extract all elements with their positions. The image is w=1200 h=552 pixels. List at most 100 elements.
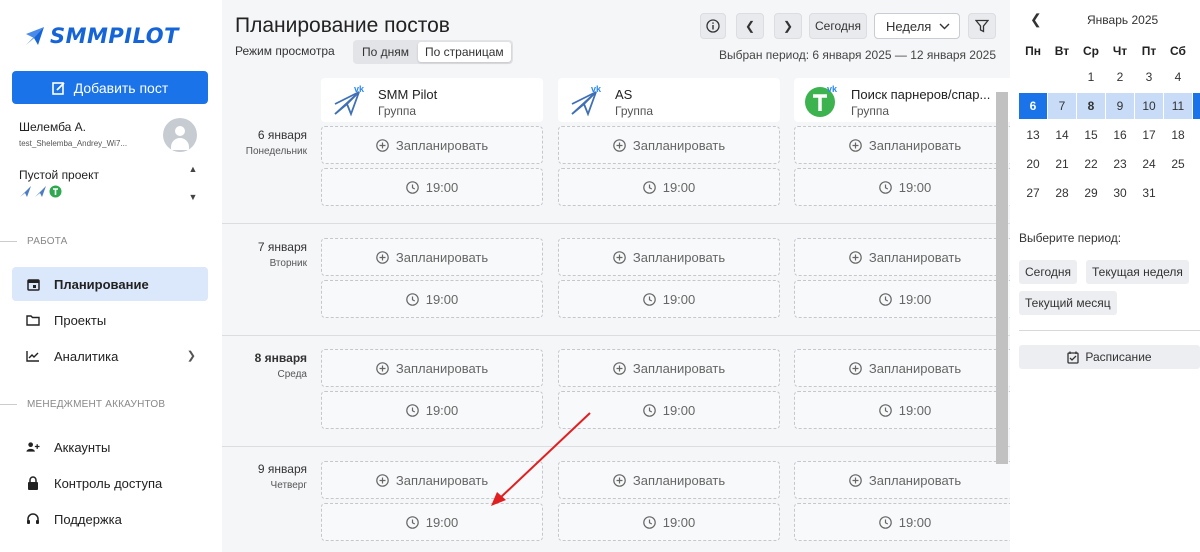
calendar-day[interactable]: 16	[1106, 122, 1134, 148]
time-slot[interactable]: 19:00	[321, 391, 543, 429]
svg-text:vk: vk	[591, 84, 602, 94]
period-picker-label: Выберите период:	[1019, 231, 1122, 245]
schedule-slot-button[interactable]: Запланировать	[794, 349, 1016, 387]
nav-item-projects[interactable]: Проекты	[12, 303, 208, 337]
range-select[interactable]: Неделя	[874, 13, 960, 39]
calendar-day[interactable]: 30	[1106, 180, 1134, 206]
time-slot[interactable]: 19:00	[794, 168, 1016, 206]
paper-plane-icon	[20, 186, 31, 197]
clock-icon	[642, 292, 656, 306]
calendar-day[interactable]: 25	[1164, 151, 1192, 177]
calendar-day[interactable]: 9	[1106, 93, 1134, 119]
calendar-day[interactable]: 6	[1019, 93, 1047, 119]
calendar-day[interactable]: 2	[1106, 64, 1134, 90]
calendar-day[interactable]: 11	[1164, 93, 1192, 119]
calendar-day[interactable]: 23	[1106, 151, 1134, 177]
chart-icon	[26, 349, 40, 363]
schedule-slot-button[interactable]: Запланировать	[558, 461, 780, 499]
schedule-slot-button[interactable]: Запланировать	[321, 126, 543, 164]
schedule-slot-button[interactable]: Запланировать	[794, 461, 1016, 499]
time-slot[interactable]: 19:00	[794, 391, 1016, 429]
clock-icon	[642, 180, 656, 194]
schedule-slot-button[interactable]: Запланировать	[558, 126, 780, 164]
calendar-day[interactable]: 24	[1135, 151, 1163, 177]
clock-icon	[405, 292, 419, 306]
time-slot[interactable]: 19:00	[794, 280, 1016, 318]
filter-button[interactable]	[968, 13, 996, 39]
app-logo[interactable]: SMMPILOT	[24, 24, 179, 48]
preset-current-week[interactable]: Текущая неделя	[1086, 260, 1189, 284]
prev-period-button[interactable]: ❮	[736, 13, 764, 39]
nav-item-planning[interactable]: Планирование	[12, 267, 208, 301]
schedule-slot-label: Запланировать	[868, 137, 962, 153]
preset-today[interactable]: Сегодня	[1019, 260, 1077, 284]
scrollbar[interactable]	[996, 92, 1008, 464]
schedule-slot-label: Запланировать	[632, 360, 726, 376]
today-button[interactable]: Сегодня	[809, 13, 867, 39]
calendar-prev-button[interactable]: ❮	[1030, 11, 1042, 28]
plus-circle-icon	[376, 361, 389, 375]
calendar-day[interactable]: 20	[1019, 151, 1047, 177]
day-weekday: Понедельник	[245, 146, 307, 157]
calendar-day[interactable]: 10	[1135, 93, 1163, 119]
next-period-button[interactable]: ❯	[774, 13, 802, 39]
schedule-slot-label: Запланировать	[868, 249, 962, 265]
nav-item-analytics[interactable]: Аналитика ❯	[12, 339, 208, 373]
info-button[interactable]	[700, 13, 726, 39]
calendar-day[interactable]: 13	[1019, 122, 1047, 148]
calendar-day[interactable]: 28	[1048, 180, 1076, 206]
view-mode-by-days[interactable]: По дням	[355, 42, 416, 62]
day-weekday: Среда	[277, 369, 307, 380]
day-weekday: Четверг	[270, 480, 307, 491]
time-slot[interactable]: 19:00	[321, 503, 543, 541]
time-slot[interactable]: 19:00	[558, 168, 780, 206]
calendar-day[interactable]: 22	[1077, 151, 1105, 177]
calendar-day[interactable]: 17	[1135, 122, 1163, 148]
nav-item-access-control[interactable]: Контроль доступа	[12, 466, 208, 500]
time-slot[interactable]: 19:00	[321, 280, 543, 318]
clock-icon	[642, 403, 656, 417]
time-slot[interactable]: 19:00	[321, 168, 543, 206]
calendar-day[interactable]: 14	[1048, 122, 1076, 148]
calendar-day[interactable]: 7	[1048, 93, 1076, 119]
clock-icon	[405, 403, 419, 417]
plus-circle-icon	[613, 250, 626, 264]
schedule-slot-button[interactable]: Запланировать	[321, 461, 543, 499]
calendar-day[interactable]: 18	[1164, 122, 1192, 148]
time-slot[interactable]: 19:00	[558, 280, 780, 318]
calendar-day[interactable]: 31	[1135, 180, 1163, 206]
time-slot[interactable]: 19:00	[794, 503, 1016, 541]
project-toggle[interactable]: ▲ ▼	[186, 164, 200, 202]
calendar-day[interactable]: 8	[1077, 93, 1105, 119]
schedule-button[interactable]: Расписание	[1019, 345, 1200, 369]
headset-icon	[26, 512, 40, 526]
schedule-slot-button[interactable]: Запланировать	[321, 238, 543, 276]
time-slot-label: 19:00	[898, 402, 932, 418]
time-slot-label: 19:00	[662, 514, 696, 530]
calendar-day[interactable]: 29	[1077, 180, 1105, 206]
nav-item-accounts[interactable]: Аккаунты	[12, 430, 208, 464]
day-date: 7 января	[257, 240, 307, 254]
info-icon	[706, 19, 720, 33]
avatar[interactable]	[163, 118, 197, 152]
calendar-day[interactable]: 4	[1164, 64, 1192, 90]
nav-item-support[interactable]: Поддержка	[12, 502, 208, 536]
preset-current-month[interactable]: Текущий месяц	[1019, 291, 1117, 315]
time-slot[interactable]: 19:00	[558, 391, 780, 429]
day-label: 9 января Четверг	[258, 462, 307, 491]
calendar-day[interactable]: 21	[1048, 151, 1076, 177]
calendar-day[interactable]: 15	[1077, 122, 1105, 148]
schedule-slot-button[interactable]: Запланировать	[558, 238, 780, 276]
project-name[interactable]: Пустой проект	[19, 168, 99, 182]
schedule-slot-button[interactable]: Запланировать	[794, 126, 1016, 164]
time-slot[interactable]: 19:00	[558, 503, 780, 541]
calendar-day[interactable]: 1	[1077, 64, 1105, 90]
view-mode-by-pages[interactable]: По страницам	[418, 42, 511, 62]
schedule-slot-button[interactable]: Запланировать	[558, 349, 780, 387]
calendar-day[interactable]: 27	[1019, 180, 1047, 206]
schedule-slot-button[interactable]: Запланировать	[794, 238, 1016, 276]
add-post-button[interactable]: Добавить пост	[12, 71, 208, 104]
calendar-weekday: Сб	[1170, 44, 1186, 58]
calendar-day[interactable]: 3	[1135, 64, 1163, 90]
schedule-slot-button[interactable]: Запланировать	[321, 349, 543, 387]
